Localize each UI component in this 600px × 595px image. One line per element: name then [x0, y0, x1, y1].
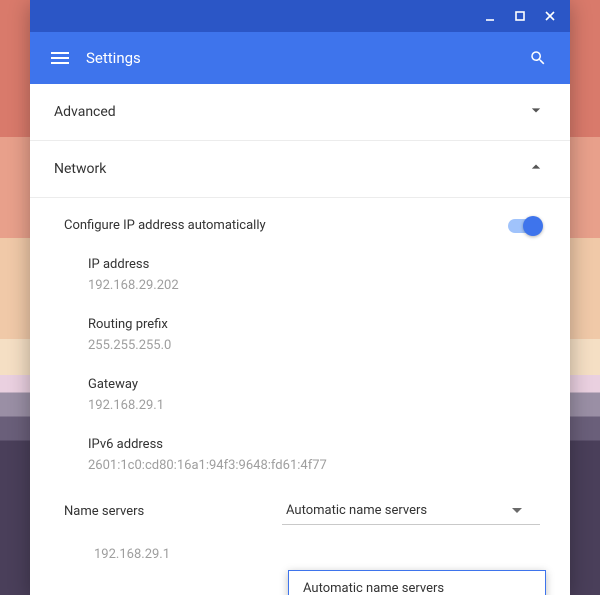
ip-address-label: IP address — [88, 257, 546, 272]
name-servers-label: Name servers — [64, 504, 282, 519]
configure-ip-auto-toggle[interactable] — [508, 219, 540, 233]
ipv6-label: IPv6 address — [88, 437, 546, 452]
close-button[interactable] — [536, 4, 564, 28]
network-section-body: Configure IP address automatically IP ad… — [30, 198, 570, 562]
maximize-button[interactable] — [506, 4, 534, 28]
gateway-label: Gateway — [88, 377, 546, 392]
network-label: Network — [54, 161, 106, 177]
search-button[interactable] — [518, 38, 558, 78]
chevron-down-icon — [526, 100, 546, 124]
routing-prefix-field: Routing prefix 255.255.255.0 — [88, 307, 546, 367]
routing-prefix-label: Routing prefix — [88, 317, 546, 332]
hamburger-menu-button[interactable] — [40, 38, 80, 78]
menu-icon — [51, 49, 69, 67]
name-servers-option-automatic[interactable]: Automatic name servers — [289, 571, 545, 595]
name-servers-dropdown: Automatic name servers Google name serve… — [288, 570, 546, 595]
ip-address-value: 192.168.29.202 — [88, 278, 546, 293]
window-titlebar — [30, 0, 570, 32]
name-servers-select[interactable]: Automatic name servers — [282, 497, 540, 525]
search-icon — [529, 49, 547, 67]
content-area: Advanced Network Configure IP address au… — [30, 84, 570, 595]
name-servers-row: Name servers Automatic name servers — [54, 487, 546, 525]
network-fields: IP address 192.168.29.202 Routing prefix… — [54, 247, 546, 487]
ipv6-field: IPv6 address 2601:1c0:cd80:16a1:94f3:964… — [88, 427, 546, 487]
app-bar: Settings — [30, 32, 570, 84]
minimize-button[interactable] — [476, 4, 504, 28]
settings-window: Settings Advanced Network Configure IP a… — [30, 0, 570, 595]
network-section-header[interactable]: Network — [30, 141, 570, 198]
name-servers-selected: Automatic name servers — [286, 503, 427, 518]
app-title: Settings — [86, 49, 141, 67]
advanced-section-header[interactable]: Advanced — [30, 84, 570, 141]
routing-prefix-value: 255.255.255.0 — [88, 338, 546, 353]
configure-ip-auto-label: Configure IP address automatically — [64, 218, 266, 233]
gateway-field: Gateway 192.168.29.1 — [88, 367, 546, 427]
configure-ip-auto-row: Configure IP address automatically — [54, 204, 546, 247]
ipv6-value: 2601:1c0:cd80:16a1:94f3:9648:fd61:4f77 — [88, 458, 546, 473]
gateway-value: 192.168.29.1 — [88, 398, 546, 413]
name-server-value: 192.168.29.1 — [94, 547, 170, 562]
chevron-up-icon — [526, 157, 546, 181]
dropdown-arrow-icon — [512, 508, 522, 513]
ip-address-field: IP address 192.168.29.202 — [88, 247, 546, 307]
advanced-label: Advanced — [54, 104, 116, 120]
name-server-value-row: 192.168.29.1 — [54, 525, 546, 562]
